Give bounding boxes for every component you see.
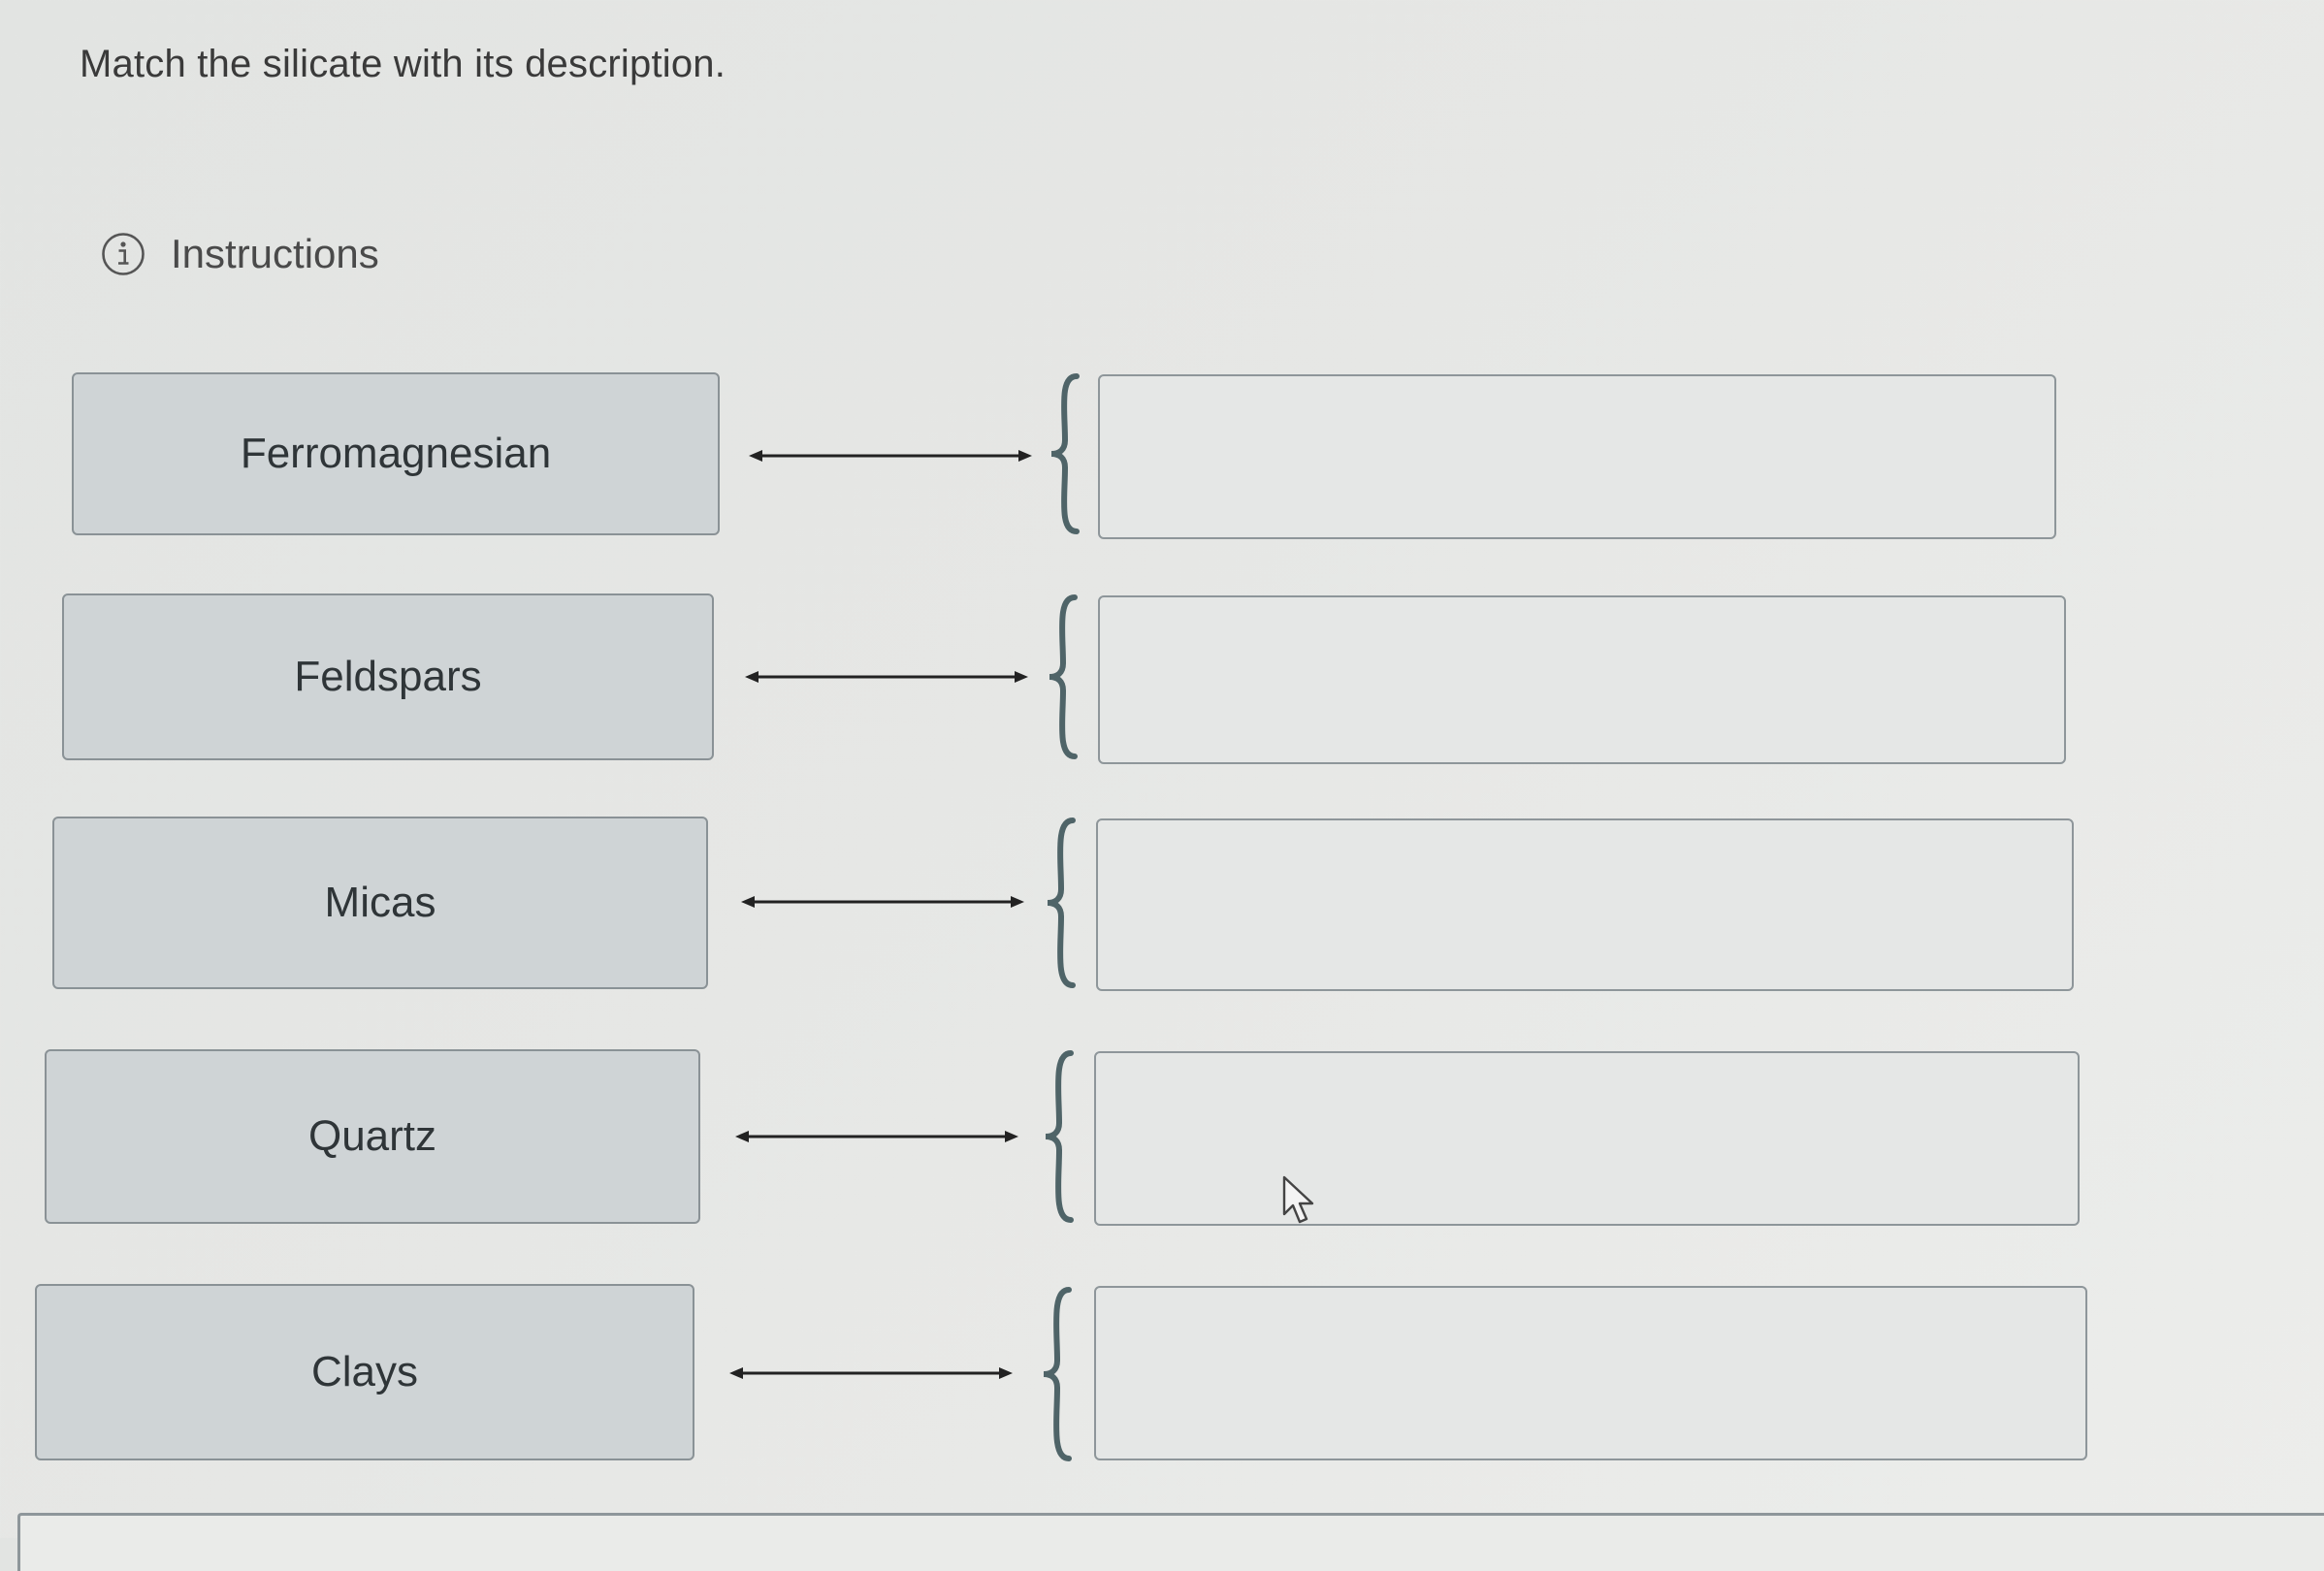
description-dropzone[interactable] (1096, 818, 2074, 991)
description-dropzone[interactable] (1098, 374, 2056, 539)
answer-bank-panel (17, 1513, 2324, 1571)
double-arrow-icon (729, 1367, 1013, 1379)
instructions-toggle[interactable]: Instructions (101, 231, 379, 277)
term-label: Ferromagnesian (240, 430, 552, 477)
description-dropzone[interactable] (1094, 1051, 2080, 1226)
mouse-cursor-icon (1282, 1175, 1314, 1224)
term-label: Micas (324, 879, 436, 926)
term-label: Quartz (307, 1112, 437, 1160)
term-card-feldspars[interactable]: Feldspars (62, 593, 714, 760)
term-label: Clays (310, 1348, 419, 1395)
double-arrow-icon (745, 671, 1028, 683)
description-dropzone[interactable] (1094, 1286, 2087, 1460)
curly-brace-icon (1047, 818, 1076, 988)
term-card-micas[interactable]: Micas (52, 817, 708, 989)
double-arrow-icon (741, 896, 1024, 908)
curly-brace-icon (1045, 1050, 1074, 1223)
double-arrow-icon (749, 450, 1032, 462)
curly-brace-icon (1043, 1287, 1072, 1461)
question-text: Match the silicate with its description. (80, 43, 726, 85)
double-arrow-icon (735, 1131, 1018, 1142)
curly-brace-icon (1049, 594, 1078, 759)
instructions-label: Instructions (171, 231, 379, 276)
term-card-ferromagnesian[interactable]: Ferromagnesian (72, 372, 720, 535)
curly-brace-icon (1050, 373, 1080, 534)
description-dropzone[interactable] (1098, 595, 2066, 764)
info-icon (102, 233, 145, 275)
term-card-clays[interactable]: Clays (35, 1284, 694, 1460)
term-label: Feldspars (294, 653, 482, 700)
term-card-quartz[interactable]: Quartz (45, 1049, 700, 1224)
